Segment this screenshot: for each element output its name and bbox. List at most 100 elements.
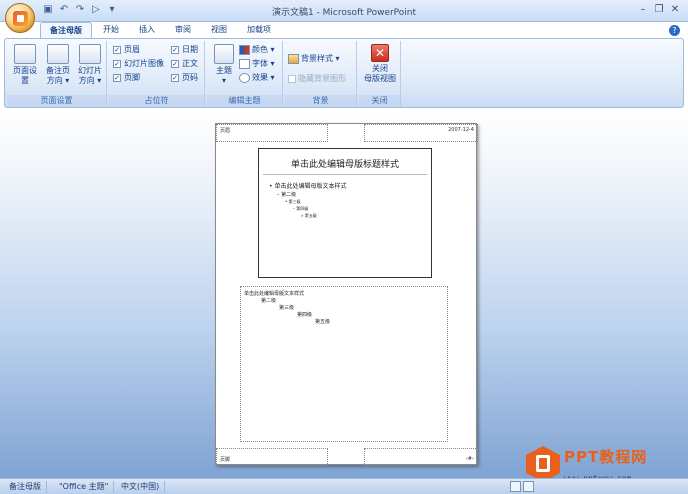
page-setup-button[interactable]: 页面设置 (10, 44, 40, 86)
slide-orientation-label-2: 方向 ▾ (78, 76, 102, 85)
slide-title-divider (263, 174, 427, 175)
date-placeholder[interactable]: 2007-12-4 (364, 124, 478, 142)
group-label-placeholders: 占位符 (109, 95, 204, 106)
slide-orientation-button[interactable]: 幻灯片 方向 ▾ (75, 44, 105, 86)
page-setup-icon (14, 44, 36, 64)
minimize-button[interactable]: – (636, 4, 650, 15)
checkbox-footer-box[interactable]: ✓ (113, 73, 121, 82)
close-master-view-button[interactable]: ✕ 关闭 母版视图 (361, 44, 399, 84)
window-title: 演示文稿1 - Microsoft PowerPoint (271, 8, 417, 18)
group-close: ✕ 关闭 母版视图 关闭 (359, 41, 401, 107)
checkbox-slide-image-box[interactable]: ✓ (113, 59, 121, 68)
effects-icon (239, 72, 250, 83)
group-background: 背景样式 ▾ 隐藏背景图形 背景 (285, 41, 357, 107)
watermark-text: PPT教程网 (564, 448, 648, 466)
slide-orientation-label-1: 幻灯片 (78, 66, 102, 75)
close-master-view-label-1: 关闭 (372, 64, 388, 73)
status-theme[interactable]: "Office 主题" (54, 481, 115, 493)
slide-level-3: • 第三级 (285, 199, 301, 204)
tab-review[interactable]: 审阅 (166, 22, 200, 38)
checkbox-page-number-box[interactable]: ✓ (171, 73, 179, 82)
status-bar: 备注母版 "Office 主题" 中文(中国) (0, 478, 688, 494)
hide-background-graphics-box[interactable] (288, 74, 296, 83)
tab-home[interactable]: 开始 (94, 22, 128, 38)
slide-sorter-view-icon[interactable] (523, 481, 534, 492)
checkbox-date-label: 日期 (182, 45, 198, 54)
background-styles-label: 背景样式 ▾ (301, 54, 340, 63)
tab-addins[interactable]: 加载项 (238, 22, 280, 38)
background-styles-button[interactable]: 背景样式 ▾ (288, 53, 340, 64)
checkbox-slide-image-label: 幻灯片图像 (124, 59, 164, 68)
checkbox-page-number-label: 页码 (182, 73, 198, 82)
help-icon[interactable]: ? (669, 25, 680, 36)
close-button[interactable]: ✕ (668, 4, 682, 15)
restore-button[interactable]: ❐ (652, 4, 666, 15)
notes-level-2: 第二级 (261, 298, 277, 304)
checkbox-body[interactable]: ✓ 正文 (171, 58, 198, 69)
group-edit-theme: 主题 ▾ 颜色 ▾ 字体 ▾ 效果 ▾ 编辑主题 (207, 41, 283, 107)
notes-orientation-label-1: 备注页 (46, 66, 70, 75)
colors-label: 颜色 ▾ (252, 45, 275, 54)
header-text: 页眉 (220, 128, 231, 134)
theme-button[interactable]: 主题 ▾ (210, 44, 238, 86)
checkbox-body-box[interactable]: ✓ (171, 59, 179, 68)
workspace: 页眉 2007-12-4 单击此处编辑母版标题样式 • 单击此处编辑母版文本样式… (0, 110, 688, 478)
effects-label: 效果 ▾ (252, 73, 275, 82)
checkbox-body-label: 正文 (182, 59, 198, 68)
slide-level-2: – 第二级 (277, 192, 297, 198)
effects-button[interactable]: 效果 ▾ (239, 72, 275, 83)
checkbox-date-box[interactable]: ✓ (171, 45, 179, 54)
hide-background-graphics-label: 隐藏背景图形 (298, 74, 346, 83)
office-logo-icon (13, 11, 28, 26)
date-text: 2007-12-4 (448, 127, 474, 133)
fonts-icon (239, 58, 250, 69)
fonts-button[interactable]: 字体 ▾ (239, 58, 275, 69)
page-setup-label: 页面设置 (13, 66, 37, 85)
close-master-view-label-2: 母版视图 (364, 74, 396, 83)
slide-title: 单击此处编辑母版标题样式 (290, 160, 399, 170)
notes-orientation-icon (47, 44, 69, 64)
notes-level-1: 单击此处编辑母版文本样式 (244, 291, 305, 297)
title-bar: ▣ ↶ ↷ ▷ ▾ 演示文稿1 - Microsoft PowerPoint –… (0, 0, 688, 22)
page-number-placeholder[interactable]: ‹#› (364, 448, 478, 466)
notes-master-page: 页眉 2007-12-4 单击此处编辑母版标题样式 • 单击此处编辑母版文本样式… (215, 123, 478, 466)
tab-notes-master[interactable]: 备注母版 (40, 22, 92, 38)
group-placeholders: ✓ 页眉 ✓ 幻灯片图像 ✓ 页脚 ✓ 日期 ✓ 正文 ✓ 页码 占位符 (109, 41, 205, 107)
slide-image-placeholder[interactable]: 单击此处编辑母版标题样式 • 单击此处编辑母版文本样式 – 第二级 • 第三级 … (258, 148, 432, 278)
notes-level-5: 第五级 (315, 319, 331, 325)
status-language[interactable]: 中文(中国) (116, 481, 166, 493)
notes-orientation-label-2: 方向 ▾ (46, 76, 70, 85)
office-button[interactable] (5, 3, 35, 33)
normal-view-icon[interactable] (510, 481, 521, 492)
notes-level-4: 第四级 (297, 312, 313, 318)
checkbox-header[interactable]: ✓ 页眉 (113, 44, 140, 55)
checkbox-header-box[interactable]: ✓ (113, 45, 121, 54)
footer-placeholder[interactable]: 页脚 (216, 448, 328, 466)
checkbox-header-label: 页眉 (124, 45, 140, 54)
checkbox-slide-image[interactable]: ✓ 幻灯片图像 (113, 58, 164, 69)
group-label-background: 背景 (285, 95, 356, 106)
header-placeholder[interactable]: 页眉 (216, 124, 328, 142)
notes-orientation-button[interactable]: 备注页 方向 ▾ (43, 44, 73, 86)
group-label-page-setup: 页面设置 (7, 95, 106, 106)
close-icon: ✕ (371, 44, 389, 62)
slide-orientation-icon (79, 44, 101, 64)
page-number-text: ‹#› (465, 456, 474, 462)
tab-insert[interactable]: 插入 (130, 22, 164, 38)
checkbox-date[interactable]: ✓ 日期 (171, 44, 198, 55)
ribbon-tabs: 备注母版 开始 插入 审阅 视图 加载项 (40, 22, 280, 38)
group-label-edit-theme: 编辑主题 (207, 95, 282, 106)
notes-body-placeholder[interactable]: 单击此处编辑母版文本样式 第二级 第三级 第四级 第五级 (240, 286, 448, 442)
hide-background-graphics-checkbox[interactable]: 隐藏背景图形 (288, 73, 346, 84)
colors-button[interactable]: 颜色 ▾ (239, 44, 275, 55)
group-page-setup: 页面设置 备注页 方向 ▾ 幻灯片 方向 ▾ 页面设置 (7, 41, 107, 107)
colors-icon (239, 44, 250, 55)
tab-view[interactable]: 视图 (202, 22, 236, 38)
background-styles-icon (288, 53, 299, 64)
checkbox-page-number[interactable]: ✓ 页码 (171, 72, 198, 83)
checkbox-footer[interactable]: ✓ 页脚 (113, 72, 140, 83)
theme-label: 主题 (216, 66, 232, 75)
status-view: 备注母版 (4, 481, 47, 493)
fonts-label: 字体 ▾ (252, 59, 275, 68)
slide-level-1: • 单击此处编辑母版文本样式 (269, 183, 347, 190)
